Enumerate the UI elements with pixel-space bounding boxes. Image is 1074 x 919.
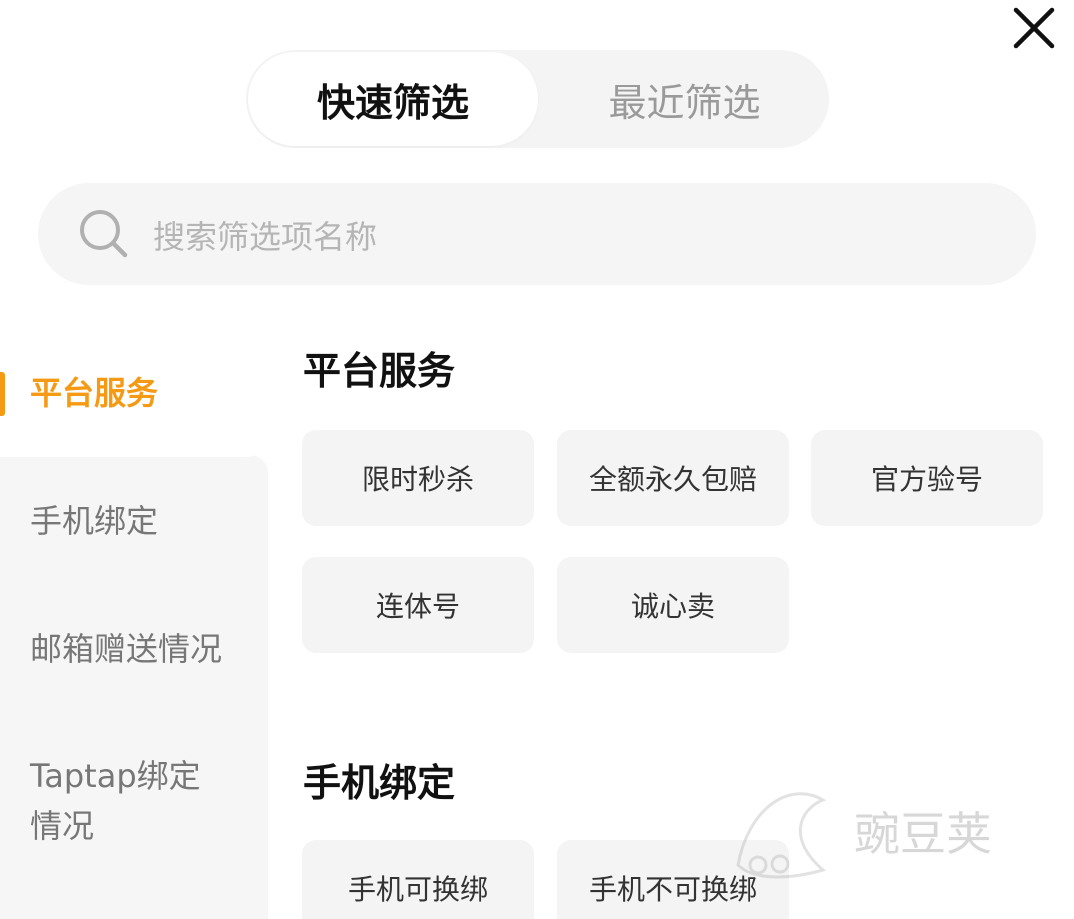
filter-mode-tabs: 最近筛选 快速筛选 [246, 50, 829, 148]
sidebar-item-taptap-binding[interactable]: Taptap绑定 情况 [30, 751, 201, 851]
close-button[interactable] [1010, 6, 1058, 50]
section-title-platform-service: 平台服务 [303, 349, 456, 393]
search-placeholder: 搜索筛选项名称 [153, 218, 378, 256]
option-chip[interactable]: 诚心卖 [557, 557, 789, 653]
watermark-logo: 豌豆荚 [736, 792, 992, 879]
sidebar-item-label: Taptap绑定 [30, 757, 201, 795]
search-icon [80, 210, 128, 258]
watermark-text: 豌豆荚 [854, 807, 992, 861]
tab-quick-filter[interactable]: 快速筛选 [248, 52, 538, 146]
option-chip[interactable]: 官方验号 [811, 430, 1043, 526]
section-title-phone-binding: 手机绑定 [303, 761, 456, 805]
option-chip[interactable]: 限时秒杀 [302, 430, 534, 526]
sidebar-item-label-line2: 情况 [30, 807, 95, 845]
option-chip[interactable]: 连体号 [302, 557, 534, 653]
option-chip[interactable]: 全额永久包赔 [557, 430, 789, 526]
sidebar-item-phone-binding[interactable]: 手机绑定 [30, 496, 158, 546]
option-chip[interactable]: 手机可换绑 [302, 840, 534, 919]
sidebar-item-platform-service[interactable]: 平台服务 [30, 368, 158, 418]
sidebar-active-indicator [0, 372, 5, 416]
sidebar-item-email-gift[interactable]: 邮箱赠送情况 [30, 624, 222, 674]
close-icon [1013, 7, 1055, 49]
tab-recent-filter[interactable]: 最近筛选 [540, 50, 829, 148]
